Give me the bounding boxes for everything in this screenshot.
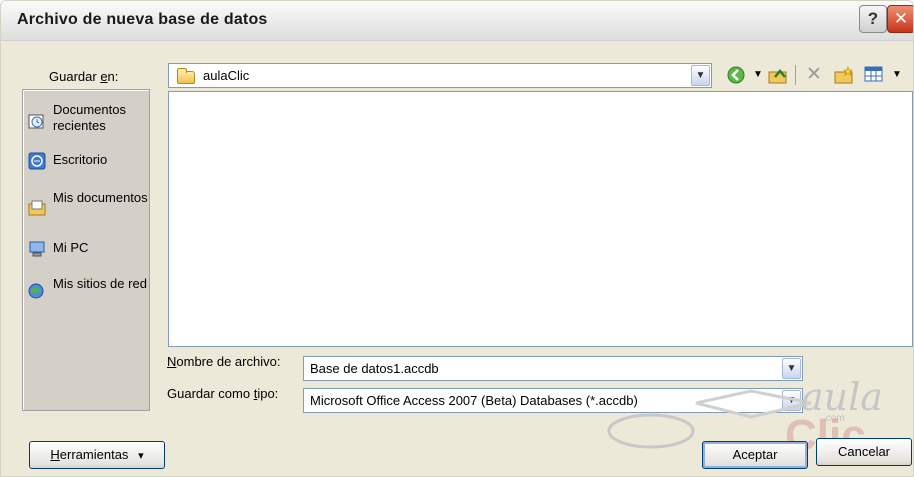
save-type-dropdown[interactable]: Microsoft Office Access 2007 (Beta) Data… — [303, 388, 803, 413]
places-recent-documents-label: Documentos recientes — [53, 102, 126, 133]
places-desktop[interactable]: Escritorio — [27, 152, 149, 174]
my-computer-icon — [28, 240, 46, 258]
places-my-computer-label: Mi PC — [53, 240, 89, 255]
chevron-down-icon[interactable]: ▼ — [691, 65, 710, 86]
watermark-com: .com — [823, 413, 845, 424]
save-type-label-text-end: ipo: — [257, 386, 279, 401]
save-type-label-text: Guardar como — [167, 386, 254, 401]
toolbar-divider — [795, 65, 796, 85]
back-dropdown-button[interactable]: ▼ — [747, 65, 769, 85]
places-desktop-label: Escritorio — [53, 152, 108, 167]
views-dropdown-chevron-icon: ▼ — [892, 69, 902, 80]
delete-button[interactable]: ✕ — [803, 65, 825, 85]
places-bar: Documentos recientes Escritorio Mis docu… — [22, 89, 150, 411]
file-name-label-text: ombre de archivo: — [176, 354, 281, 369]
views-dropdown-button[interactable]: ▼ — [886, 65, 908, 85]
my-documents-icon — [28, 199, 46, 217]
places-my-computer[interactable]: Mi PC — [27, 240, 149, 262]
new-folder-button[interactable] — [833, 65, 855, 85]
save-in-label-key: e — [100, 69, 108, 84]
save-type-chevron-down-icon[interactable]: ▼ — [782, 390, 801, 411]
delete-x-icon: ✕ — [806, 64, 822, 85]
back-dropdown-chevron-icon: ▼ — [753, 69, 763, 80]
file-name-label: Nombre de archivo: — [167, 354, 280, 369]
close-button[interactable]: ✕ — [887, 5, 913, 33]
watermark-aula: aula — [801, 375, 883, 419]
places-my-documents-label: Mis documentos — [53, 190, 148, 205]
help-button[interactable]: ? — [859, 5, 887, 33]
save-type-value: Microsoft Office Access 2007 (Beta) Data… — [310, 393, 638, 408]
up-folder-button[interactable] — [767, 65, 789, 85]
views-button[interactable] — [863, 65, 885, 85]
title-bar[interactable]: Archivo de nueva base de datos ? ✕ — [1, 1, 913, 41]
save-in-value: aulaClic — [203, 68, 250, 83]
tools-button[interactable]: Herramientas ▾ — [29, 441, 165, 469]
network-places-icon — [28, 282, 46, 300]
save-in-label-text: Guardar — [49, 69, 101, 84]
file-name-value: Base de datos1.accdb — [310, 361, 439, 376]
places-network-label: Mis sitios de red — [53, 276, 147, 291]
tools-button-key: H — [50, 447, 60, 462]
close-icon: ✕ — [893, 9, 909, 28]
recent-documents-icon — [28, 112, 46, 130]
up-folder-icon — [768, 69, 787, 84]
file-name-input[interactable]: Base de datos1.accdb ▼ — [303, 356, 803, 381]
places-network[interactable]: Mis sitios de red — [27, 276, 149, 310]
save-in-label-text-end: n: — [107, 69, 119, 84]
save-in-label: Guardar en: — [49, 69, 118, 84]
back-button[interactable] — [725, 65, 747, 85]
folder-icon — [177, 68, 195, 84]
save-database-dialog: Archivo de nueva base de datos ? ✕ Guard… — [0, 0, 914, 477]
desktop-icon — [28, 152, 46, 170]
dialog-title: Archivo de nueva base de datos — [17, 11, 268, 28]
save-type-label: Guardar como tipo: — [167, 386, 278, 401]
chevron-down-icon: ▾ — [138, 450, 144, 462]
back-arrow-icon — [727, 66, 745, 84]
tools-button-label: erramientas — [59, 447, 129, 462]
new-folder-icon — [834, 66, 853, 84]
file-list[interactable] — [168, 91, 913, 347]
views-grid-icon — [864, 66, 883, 82]
file-name-label-key: N — [167, 354, 177, 369]
file-name-chevron-down-icon[interactable]: ▼ — [782, 358, 801, 379]
save-in-dropdown[interactable]: aulaClic ▼ — [168, 63, 712, 88]
places-recent-documents[interactable]: Documentos recientes — [27, 102, 149, 136]
places-my-documents[interactable]: Mis documentos — [27, 190, 149, 224]
cancel-button[interactable]: Cancelar — [816, 438, 912, 466]
accept-button[interactable]: Aceptar — [702, 441, 808, 469]
